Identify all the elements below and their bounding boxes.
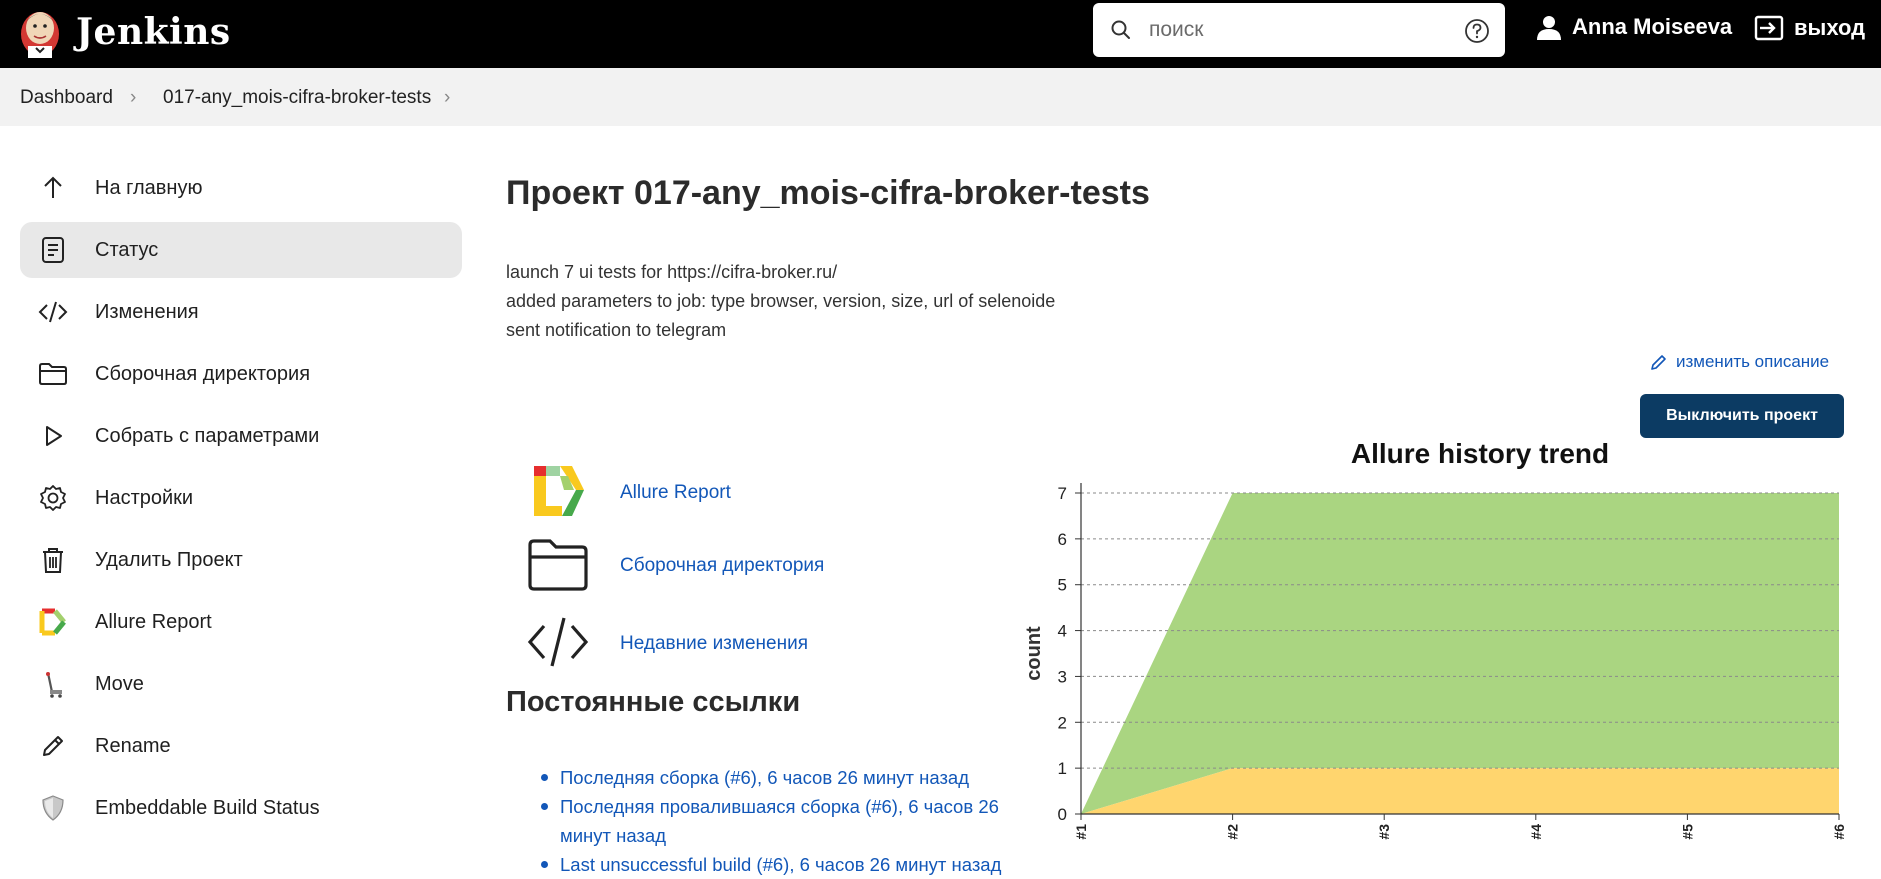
action-recent-changes[interactable]: Недавние изменения — [526, 612, 808, 672]
sidebar: На главную Статус Изменения Сборочная ди… — [20, 160, 462, 842]
edit-description-link[interactable]: изменить описание — [1650, 352, 1829, 372]
sidebar-item-embeddable-build-status[interactable]: Embeddable Build Status — [20, 780, 462, 836]
action-allure-report[interactable]: Allure Report — [526, 462, 731, 522]
sidebar-item-settings[interactable]: Настройки — [20, 470, 462, 526]
sidebar-item-workspace[interactable]: Сборочная директория — [20, 346, 462, 402]
user-icon — [1537, 16, 1561, 40]
description-line: sent notification to telegram — [506, 320, 727, 340]
sidebar-item-allure-report[interactable]: Allure Report — [20, 594, 462, 650]
sidebar-item-label: Allure Report — [95, 610, 212, 633]
y-axis-label: count — [1023, 626, 1045, 681]
series-area-passed — [1081, 493, 1839, 814]
y-tick-label: 7 — [1058, 484, 1067, 503]
folder-icon — [528, 539, 588, 591]
breadcrumb-project[interactable]: 017-any_mois-cifra-broker-tests — [163, 87, 431, 109]
sidebar-item-status[interactable]: Статус — [20, 222, 462, 278]
action-label: Allure Report — [620, 482, 731, 503]
breadcrumb: Dashboard › 017-any_mois-cifra-broker-te… — [0, 68, 1881, 126]
y-tick-label: 5 — [1058, 576, 1067, 595]
y-tick-label: 1 — [1058, 759, 1067, 778]
sidebar-item-label: Rename — [95, 734, 171, 757]
permalink-item[interactable]: Последняя провалившаяся сборка (#6), 6 ч… — [541, 792, 1030, 850]
logout-icon — [1754, 15, 1784, 41]
document-icon — [38, 235, 68, 265]
permalink-item[interactable]: Последняя сборка (#6), 6 часов 26 минут … — [541, 763, 1030, 792]
x-tick-label: #4 — [1528, 824, 1544, 840]
edit-description-label: изменить описание — [1676, 352, 1830, 371]
sidebar-item-changes[interactable]: Изменения — [20, 284, 462, 340]
chart-title: Allure history trend — [1351, 438, 1609, 469]
sidebar-item-label: Изменения — [95, 300, 199, 323]
sidebar-item-label: Move — [95, 672, 144, 695]
x-tick-label: #2 — [1225, 824, 1241, 840]
sidebar-item-label: Собрать с параметрами — [95, 424, 320, 447]
user-name: Anna Moiseeva — [1572, 14, 1733, 39]
y-tick-label: 3 — [1058, 667, 1067, 686]
description-line: added parameters to job: type browser, v… — [506, 291, 1056, 311]
play-icon — [38, 421, 68, 451]
sidebar-item-build-with-params[interactable]: Собрать с параметрами — [20, 408, 462, 464]
permalinks-title: Постоянные ссылки — [506, 686, 801, 718]
jenkins-butler-icon — [21, 12, 59, 58]
help-icon[interactable] — [1464, 18, 1490, 44]
permalink-item[interactable]: Last unsuccessful build (#6), 6 часов 26… — [541, 850, 1030, 879]
y-tick-label: 0 — [1058, 805, 1067, 824]
allure-history-trend-chart[interactable]: Allure history trend 0 1 2 3 4 5 6 7 #1 #2 #3 #4 #5 #6… — [1020, 430, 1881, 861]
code-icon — [38, 297, 68, 327]
pencil-icon — [1651, 355, 1666, 370]
search-input[interactable] — [1149, 13, 1439, 47]
x-tick-label: #3 — [1376, 824, 1392, 840]
project-description: launch 7 ui tests for https://cifra-brok… — [506, 258, 1055, 345]
sidebar-item-label: Настройки — [95, 486, 194, 509]
search-box — [1093, 3, 1505, 57]
arrow-up-icon — [38, 173, 68, 203]
x-tick-label: #1 — [1073, 824, 1089, 840]
description-line: launch 7 ui tests for https://cifra-brok… — [506, 262, 838, 282]
sidebar-item-rename[interactable]: Rename — [20, 718, 462, 774]
sidebar-item-move[interactable]: Move — [20, 656, 462, 712]
move-icon — [38, 669, 68, 699]
action-label: Сборочная директория — [620, 555, 825, 576]
shield-icon — [38, 793, 68, 823]
sidebar-item-label: Статус — [95, 238, 159, 261]
y-tick-label: 6 — [1058, 530, 1067, 549]
x-tick-label: #6 — [1831, 824, 1847, 840]
breadcrumb-dashboard[interactable]: Dashboard — [20, 87, 113, 109]
code-icon — [527, 617, 589, 667]
action-workspace[interactable]: Сборочная директория — [526, 535, 824, 595]
allure-icon — [38, 607, 68, 637]
user-menu-link[interactable]: Anna Moiseeva — [1536, 14, 1732, 40]
gear-icon — [38, 483, 68, 513]
pencil-icon — [38, 731, 68, 761]
search-icon — [1111, 20, 1130, 39]
sidebar-item-home[interactable]: На главную — [20, 160, 462, 216]
trend-chart-svg: Allure history trend 0 1 2 3 4 5 6 7 #1 #2 #3 #4 #5 #6… — [1023, 438, 1847, 840]
sidebar-item-label: На главную — [95, 176, 203, 199]
jenkins-logo-link[interactable]: Jenkins — [18, 4, 231, 60]
y-tick-label: 2 — [1058, 713, 1067, 732]
top-header: Jenkins Anna Moiseeva выход — [0, 0, 1881, 68]
sidebar-item-label: Сборочная директория — [95, 362, 311, 385]
page-title: Проект 017-any_mois-cifra-broker-tests — [506, 174, 1150, 212]
logout-label: выход — [1794, 15, 1866, 40]
logout-link[interactable]: выход — [1754, 14, 1865, 42]
chevron-right-icon[interactable]: › — [444, 87, 450, 109]
jenkins-logo-text: Jenkins — [76, 11, 231, 53]
sidebar-item-label: Удалить Проект — [95, 548, 243, 571]
action-label: Недавние изменения — [620, 633, 808, 654]
folder-icon — [38, 359, 68, 389]
x-tick-label: #5 — [1679, 824, 1695, 840]
allure-icon — [534, 466, 584, 516]
permalinks-list: Последняя сборка (#6), 6 часов 26 минут … — [541, 763, 1030, 879]
trash-icon — [38, 545, 68, 575]
y-tick-label: 4 — [1058, 622, 1067, 641]
sidebar-item-delete-project[interactable]: Удалить Проект — [20, 532, 462, 588]
sidebar-item-label: Embeddable Build Status — [95, 796, 320, 819]
chevron-right-icon: › — [130, 87, 137, 108]
